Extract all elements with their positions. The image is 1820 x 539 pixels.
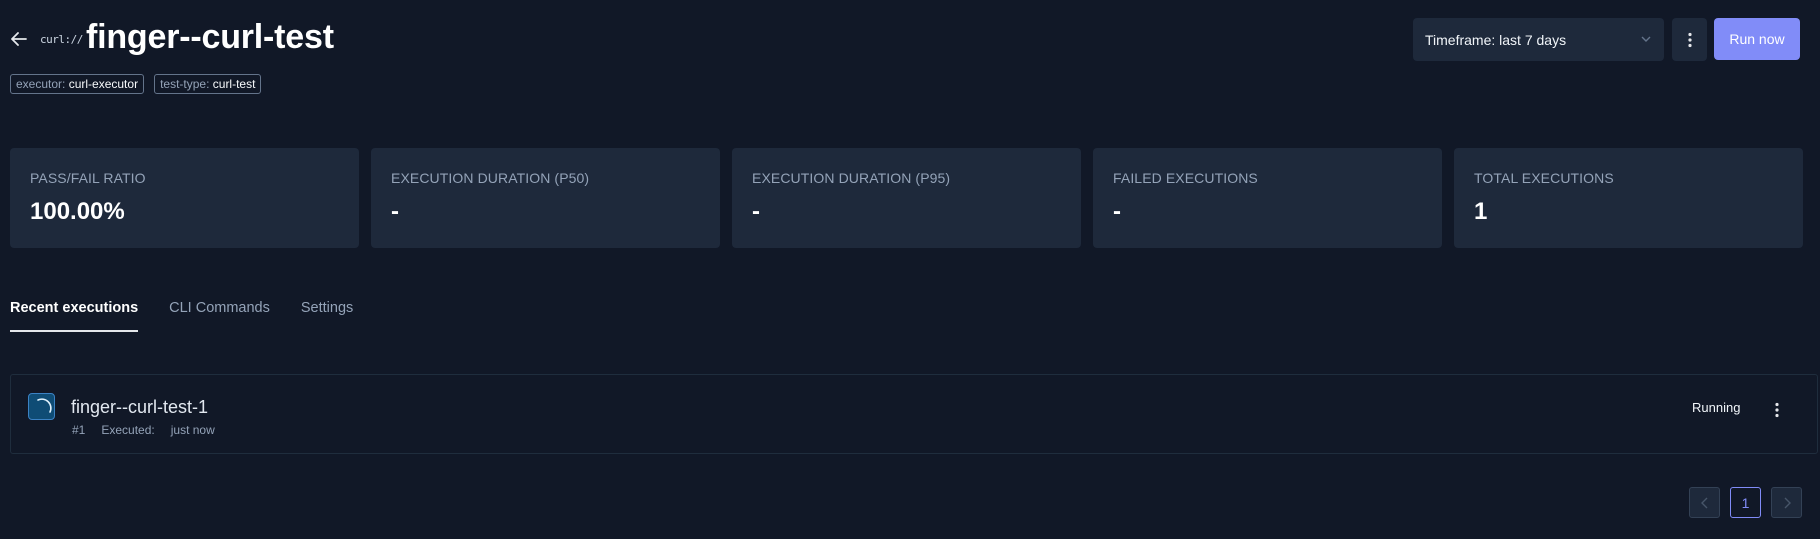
pagination: 1 (1689, 487, 1802, 518)
next-page-button[interactable] (1771, 487, 1802, 518)
tab-bar: Recent executions CLI Commands Settings (10, 300, 353, 332)
executed-label: Executed: (101, 423, 155, 437)
tab-recent-executions[interactable]: Recent executions (10, 300, 139, 332)
metric-title: PASS/FAIL RATIO (30, 170, 146, 186)
metric-title: EXECUTION DURATION (P95) (752, 170, 951, 186)
metric-title: EXECUTION DURATION (P50) (391, 170, 590, 186)
chevron-down-icon (1640, 32, 1652, 48)
label-value: curl-test (212, 77, 256, 91)
more-options-button[interactable] (1672, 18, 1707, 61)
timeframe-select[interactable]: Timeframe: last 7 days (1413, 18, 1664, 61)
vertical-dots-icon (1687, 32, 1692, 47)
executed-time: just now (170, 423, 215, 437)
metric-title: TOTAL EXECUTIONS (1474, 170, 1614, 186)
metric-card-total-executions: TOTAL EXECUTIONS 1 (1454, 148, 1803, 248)
metric-value: - (391, 198, 399, 225)
metric-title: FAILED EXECUTIONS (1113, 170, 1258, 186)
label-key: test-type: (160, 77, 210, 91)
page-button-current[interactable]: 1 (1730, 487, 1761, 518)
label-chip-test-type: test-type: curl-test (154, 74, 262, 94)
execution-meta: #1 Executed: just now (72, 423, 215, 437)
metric-value: 100.00% (30, 198, 125, 225)
test-labels: executor: curl-executor test-type: curl-… (10, 74, 262, 94)
chevron-left-icon (1700, 497, 1707, 508)
test-details-page: curl:// finger--curl-test executor: curl… (0, 0, 1820, 539)
metric-value: - (752, 198, 760, 225)
label-key: executor: (16, 77, 66, 91)
execution-name: finger--curl-test-1 (71, 397, 209, 417)
back-arrow-icon[interactable] (8, 28, 30, 50)
metrics-summary: PASS/FAIL RATIO 100.00% EXECUTION DURATI… (10, 148, 1803, 248)
metric-value: - (1113, 198, 1121, 225)
timeframe-label: Timeframe: last 7 days (1425, 31, 1567, 48)
metric-card-failed-executions: FAILED EXECUTIONS - (1093, 148, 1442, 248)
metric-value: 1 (1474, 198, 1488, 225)
run-now-button[interactable]: Run now (1714, 18, 1800, 60)
label-value: curl-executor (68, 77, 139, 91)
execution-row[interactable]: finger--curl-test-1 #1 Executed: just no… (10, 374, 1818, 454)
chevron-right-icon (1784, 497, 1791, 508)
metric-card-pass-fail-ratio: PASS/FAIL RATIO 100.00% (10, 148, 359, 248)
metric-card-duration-p95: EXECUTION DURATION (P95) - (732, 148, 1081, 248)
running-spinner-icon (28, 393, 55, 420)
label-chip-executor: executor: curl-executor (10, 74, 145, 94)
execution-number: #1 (72, 423, 86, 437)
tab-cli-commands[interactable]: CLI Commands (169, 300, 270, 332)
page-title: finger--curl-test (86, 18, 334, 56)
execution-more-button[interactable] (1766, 399, 1788, 421)
prev-page-button[interactable] (1689, 487, 1720, 518)
metric-card-duration-p50: EXECUTION DURATION (P50) - (371, 148, 720, 248)
curl-executor-logo: curl:// (40, 33, 83, 46)
vertical-dots-icon (1775, 402, 1779, 418)
tab-settings[interactable]: Settings (301, 300, 353, 332)
execution-status: Running (1692, 400, 1741, 415)
